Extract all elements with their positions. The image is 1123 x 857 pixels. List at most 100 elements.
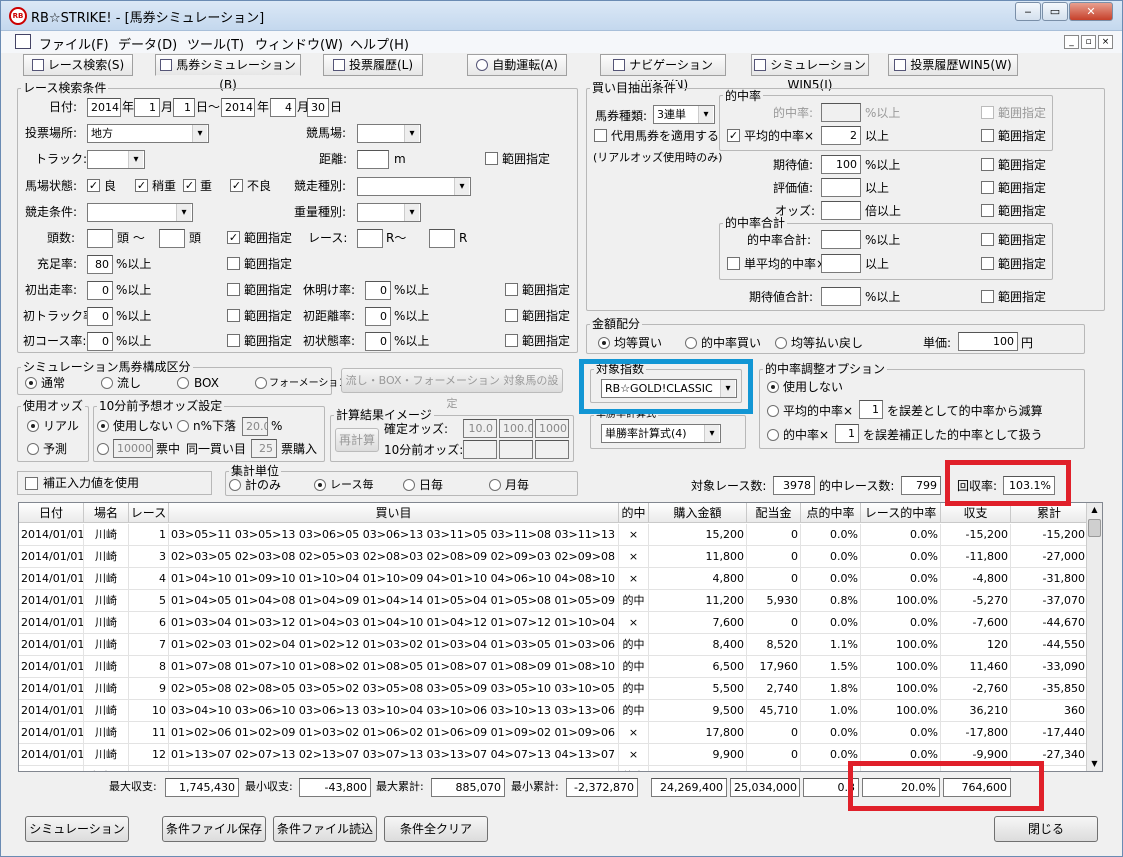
track-select[interactable] [87, 150, 145, 169]
column-header-payout[interactable]: 配当金 [747, 503, 801, 523]
recalc-button[interactable]: 再計算 [335, 428, 379, 452]
column-header-bets[interactable]: 買い目 [169, 503, 619, 523]
ten-min-vote-radio[interactable] [97, 443, 109, 455]
first-track-range-checkbox[interactable] [227, 309, 240, 322]
date-to-month-input[interactable]: 4 [270, 98, 296, 117]
maximize-button[interactable]: ▭ [1042, 2, 1068, 21]
rest-rate-input[interactable]: 0 [365, 281, 391, 300]
money-equal-radio[interactable] [598, 337, 610, 349]
run-simulation-button[interactable]: シミュレーション [25, 816, 129, 842]
hit-sum-input[interactable] [821, 230, 861, 249]
first-run-input[interactable]: 0 [87, 281, 113, 300]
column-header-race[interactable]: レース [129, 503, 169, 523]
menu-file[interactable]: ファイル(F) [39, 34, 109, 53]
adjust-subtract-radio[interactable] [767, 405, 779, 417]
ground-good-checkbox[interactable]: ✓ [87, 179, 100, 192]
heads-range-checkbox[interactable]: ✓ [227, 231, 240, 244]
load-conditions-button[interactable]: 条件ファイル読込 [273, 816, 377, 842]
weight-type-select[interactable] [357, 203, 421, 222]
first-track-input[interactable]: 0 [87, 307, 113, 326]
save-conditions-button[interactable]: 条件ファイル保存 [162, 816, 266, 842]
ground-slightly-heavy-checkbox[interactable]: ✓ [135, 179, 148, 192]
menu-window[interactable]: ウィンドウ(W) [255, 34, 343, 53]
close-button[interactable]: 閉じる [994, 816, 1098, 842]
fill-range-checkbox[interactable] [227, 257, 240, 270]
distance-input[interactable] [357, 150, 389, 169]
results-table[interactable]: 日付 場名 レース 買い目 的中 購入金額 配当金 点的中率 レース的中率 収支… [18, 502, 1103, 772]
odds-range-checkbox[interactable] [981, 204, 994, 217]
date-from-month-input[interactable]: 1 [134, 98, 160, 117]
race-type-select[interactable] [357, 177, 471, 196]
venue-select[interactable]: 地方 [87, 124, 209, 143]
first-course-input[interactable]: 0 [87, 332, 113, 351]
money-payout-radio[interactable] [775, 337, 787, 349]
tab-vote-history[interactable]: 投票履歴(L) [323, 54, 423, 76]
agg-race-radio[interactable] [314, 479, 326, 491]
fill-rate-input[interactable]: 80 [87, 255, 113, 274]
money-hit-radio[interactable] [685, 337, 697, 349]
ground-heavy-checkbox[interactable]: ✓ [183, 179, 196, 192]
correction-checkbox[interactable] [25, 477, 38, 490]
mdi-close-button[interactable]: × [1098, 35, 1113, 49]
clear-conditions-button[interactable]: 条件全クリア [384, 816, 488, 842]
first-state-range-checkbox[interactable] [505, 334, 518, 347]
date-to-year-input[interactable]: 2014 [221, 98, 255, 117]
heads-from-input[interactable] [87, 229, 113, 248]
hit-sum-range-checkbox[interactable] [981, 233, 994, 246]
ticket-type-select[interactable]: 3連単 [653, 105, 715, 124]
adjust-correct-radio[interactable] [767, 429, 779, 441]
race-from-input[interactable] [357, 229, 383, 248]
single-avg-input[interactable] [821, 254, 861, 273]
first-distance-range-checkbox[interactable] [505, 309, 518, 322]
column-header-hit[interactable]: 的中 [619, 503, 649, 523]
column-header-cumulative[interactable]: 累計 [1011, 503, 1088, 523]
odds-input[interactable] [821, 201, 861, 220]
hit-rate-input[interactable] [821, 103, 861, 122]
ten-min-pct-input[interactable]: 20.0 [242, 417, 268, 436]
tab-simulation-win5[interactable]: シミュレーションWIN5(I) [751, 54, 869, 92]
close-window-button[interactable]: ✕ [1069, 2, 1113, 21]
single-avg-range-checkbox[interactable] [981, 257, 994, 270]
eval-range-checkbox[interactable] [981, 181, 994, 194]
substitute-checkbox[interactable] [594, 129, 607, 142]
first-run-range-checkbox[interactable] [227, 283, 240, 296]
heads-to-input[interactable] [159, 229, 185, 248]
menu-data[interactable]: データ(D) [118, 34, 177, 53]
target-horse-settings-button[interactable]: 流し・BOX・フォーメーション 対象馬の設定 [341, 368, 563, 410]
minimize-button[interactable]: ‒ [1015, 2, 1041, 21]
table-scrollbar[interactable]: ▲ ▼ [1086, 503, 1102, 771]
column-header-purchase[interactable]: 購入金額 [649, 503, 747, 523]
sim-box-radio[interactable] [177, 377, 189, 389]
rest-range-checkbox[interactable] [505, 283, 518, 296]
column-header-race-hit[interactable]: レース的中率 [861, 503, 941, 523]
single-avg-checkbox[interactable] [727, 257, 740, 270]
scroll-down-arrow[interactable]: ▼ [1087, 757, 1102, 771]
unit-price-input[interactable]: 100 [958, 332, 1018, 351]
expect-sum-input[interactable] [821, 287, 861, 306]
tab-vote-history-win5[interactable]: 投票履歴WIN5(W) [888, 54, 1018, 76]
mdi-minimize-button[interactable]: _ [1064, 35, 1079, 49]
avg-hit-range-checkbox[interactable] [981, 129, 994, 142]
ten-min-none-radio[interactable] [97, 420, 109, 432]
ten-min-drop-radio[interactable] [177, 420, 189, 432]
odds-predict-radio[interactable] [27, 443, 39, 455]
avg-hit-input[interactable]: 2 [821, 126, 861, 145]
sim-normal-radio[interactable] [25, 377, 37, 389]
expect-input[interactable]: 100 [821, 155, 861, 174]
first-state-input[interactable]: 0 [365, 332, 391, 351]
ten-min-count-input[interactable]: 25 [251, 439, 277, 458]
eval-input[interactable] [821, 178, 861, 197]
sim-nagashi-radio[interactable] [101, 377, 113, 389]
agg-day-radio[interactable] [403, 479, 415, 491]
date-to-day-input[interactable]: 30 [307, 98, 329, 117]
expect-sum-range-checkbox[interactable] [981, 290, 994, 303]
column-header-date[interactable]: 日付 [19, 503, 84, 523]
date-from-day-input[interactable]: 1 [173, 98, 195, 117]
tab-auto-run[interactable]: 自動運転(A) [467, 54, 567, 76]
hit-rate-range-checkbox[interactable] [981, 106, 994, 119]
menu-tools[interactable]: ツール(T) [187, 34, 244, 53]
adjust-correct-input[interactable]: 1 [835, 424, 859, 443]
tab-betting-simulation[interactable]: 馬券シミュレーション(B) [155, 54, 301, 92]
column-header-point-hit[interactable]: 点的中率 [801, 503, 861, 523]
scroll-thumb[interactable] [1088, 519, 1101, 537]
